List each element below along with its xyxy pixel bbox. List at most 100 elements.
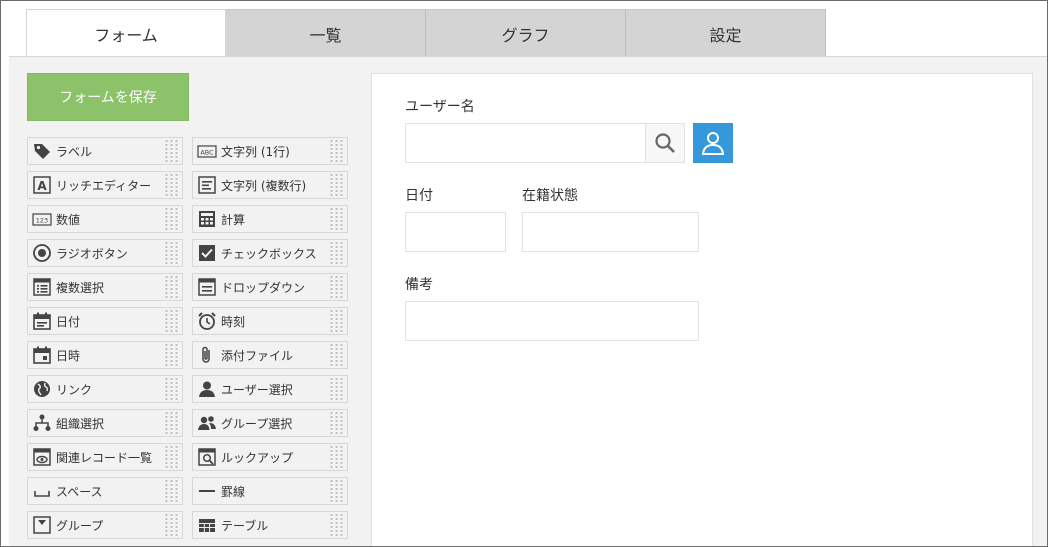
palette-item-label-text: ドロップダウン — [221, 280, 306, 295]
drag-handle-icon[interactable] — [329, 139, 343, 163]
paperclip-icon — [193, 342, 221, 368]
palette-item-checkbox[interactable]: チェックボックス — [192, 239, 348, 267]
tab-list[interactable]: 一覧 — [226, 9, 426, 57]
notes-field-label: 備考 — [405, 277, 433, 293]
drag-handle-icon[interactable] — [164, 411, 178, 435]
drag-handle-icon[interactable] — [164, 309, 178, 333]
drag-handle-icon[interactable] — [164, 241, 178, 265]
palette-item-group[interactable]: グループ — [27, 511, 183, 539]
palette-item-label-text: グループ — [56, 518, 104, 533]
drag-handle-icon[interactable] — [329, 309, 343, 333]
label-tag-icon — [28, 138, 56, 164]
palette-item-label-text: 文字列 (1行) — [221, 144, 290, 159]
calendar-datetime-icon — [28, 342, 56, 368]
dropdown-icon — [193, 274, 221, 300]
checkbox-icon — [193, 240, 221, 266]
user-search-button[interactable] — [645, 123, 685, 163]
palette-item-lookup[interactable]: ルックアップ — [192, 443, 348, 471]
palette-item-label-text: ユーザー選択 — [221, 382, 293, 397]
palette-item-multi-choice[interactable]: 複数選択 — [27, 273, 183, 301]
drag-handle-icon[interactable] — [329, 445, 343, 469]
palette-item-multi-line-text[interactable]: 文字列 (複数行) — [192, 171, 348, 199]
palette-item-label-text: テーブル — [221, 518, 269, 533]
related-records-icon — [28, 444, 56, 470]
palette-item-label-text: スペース — [56, 484, 103, 499]
username-input[interactable] — [405, 123, 646, 163]
drag-handle-icon[interactable] — [329, 207, 343, 231]
radio-button-icon — [28, 240, 56, 266]
palette-item-single-line-text[interactable]: ABC 文字列 (1行) — [192, 137, 348, 165]
table-icon — [193, 512, 221, 538]
drag-handle-icon[interactable] — [329, 377, 343, 401]
palette-item-time[interactable]: 時刻 — [192, 307, 348, 335]
palette-item-table[interactable]: テーブル — [192, 511, 348, 539]
horizontal-rule-icon — [193, 478, 221, 504]
palette-item-rich-editor[interactable]: A リッチエディター — [27, 171, 183, 199]
status-input[interactable] — [522, 212, 699, 252]
palette-item-label-text: 日付 — [56, 314, 81, 329]
palette-item-attachment[interactable]: 添付ファイル — [192, 341, 348, 369]
palette-item-label-text: 数値 — [56, 212, 81, 227]
drag-handle-icon[interactable] — [164, 207, 178, 231]
palette-item-calculated[interactable]: 計算 — [192, 205, 348, 233]
group-fold-icon — [28, 512, 56, 538]
drag-handle-icon[interactable] — [164, 445, 178, 469]
drag-handle-icon[interactable] — [164, 173, 178, 197]
drag-handle-icon[interactable] — [164, 479, 178, 503]
palette-item-label-text: グループ選択 — [221, 416, 293, 431]
palette-item-label-text: 罫線 — [221, 484, 246, 499]
palette-item-label-text: 時刻 — [221, 314, 246, 329]
palette-item-space[interactable]: スペース — [27, 477, 183, 505]
rich-editor-icon: A — [28, 172, 56, 198]
save-form-button[interactable]: フォームを保存 — [27, 73, 189, 121]
number-123-icon: 123 — [28, 206, 56, 232]
palette-item-date[interactable]: 日付 — [27, 307, 183, 335]
palette-item-label-text: 添付ファイル — [221, 348, 294, 363]
drag-handle-icon[interactable] — [164, 377, 178, 401]
drag-handle-icon[interactable] — [329, 479, 343, 503]
palette-item-dropdown[interactable]: ドロップダウン — [192, 273, 348, 301]
drag-handle-icon[interactable] — [329, 513, 343, 537]
palette-item-label-text: 計算 — [221, 212, 246, 227]
drag-handle-icon[interactable] — [329, 173, 343, 197]
palette-item-link[interactable]: リンク — [27, 375, 183, 403]
calendar-date-icon — [28, 308, 56, 334]
tab-form[interactable]: フォーム — [26, 9, 226, 57]
tab-settings[interactable]: 設定 — [626, 9, 826, 57]
palette-item-label-text: ラジオボタン — [56, 246, 128, 261]
palette-item-department-selection[interactable]: 組織選択 — [27, 409, 183, 437]
palette-item-label-text: ラベル — [56, 144, 93, 159]
drag-handle-icon[interactable] — [164, 343, 178, 367]
palette-item-label-text: 文字列 (複数行) — [221, 178, 307, 193]
lookup-icon — [193, 444, 221, 470]
drag-handle-icon[interactable] — [164, 275, 178, 299]
drag-handle-icon[interactable] — [329, 343, 343, 367]
drag-handle-icon[interactable] — [164, 513, 178, 537]
palette-item-datetime[interactable]: 日時 — [27, 341, 183, 369]
tab-graph[interactable]: グラフ — [426, 9, 626, 57]
username-field-label: ユーザー名 — [405, 99, 475, 115]
palette-item-radio-button[interactable]: ラジオボタン — [27, 239, 183, 267]
multiline-text-icon — [193, 172, 221, 198]
user-picker-button[interactable] — [693, 123, 733, 163]
palette-item-user-selection[interactable]: ユーザー選択 — [192, 375, 348, 403]
palette-item-border[interactable]: 罫線 — [192, 477, 348, 505]
globe-link-icon — [28, 376, 56, 402]
palette-item-group-selection[interactable]: グループ選択 — [192, 409, 348, 437]
palette-item-number[interactable]: 123 数値 — [27, 205, 183, 233]
drag-handle-icon[interactable] — [329, 241, 343, 265]
svg-text:123: 123 — [36, 217, 48, 225]
notes-input[interactable] — [405, 301, 699, 341]
date-field-label: 日付 — [405, 188, 433, 204]
multi-select-icon — [28, 274, 56, 300]
palette-item-label-text: リンク — [56, 382, 93, 397]
palette-item-related-records[interactable]: 関連レコード一覧 — [27, 443, 183, 471]
user-icon — [193, 376, 221, 402]
drag-handle-icon[interactable] — [329, 275, 343, 299]
space-icon — [28, 478, 56, 504]
svg-text:A: A — [37, 179, 47, 193]
drag-handle-icon[interactable] — [329, 411, 343, 435]
drag-handle-icon[interactable] — [164, 139, 178, 163]
palette-item-label[interactable]: ラベル — [27, 137, 183, 165]
date-input[interactable] — [405, 212, 506, 252]
